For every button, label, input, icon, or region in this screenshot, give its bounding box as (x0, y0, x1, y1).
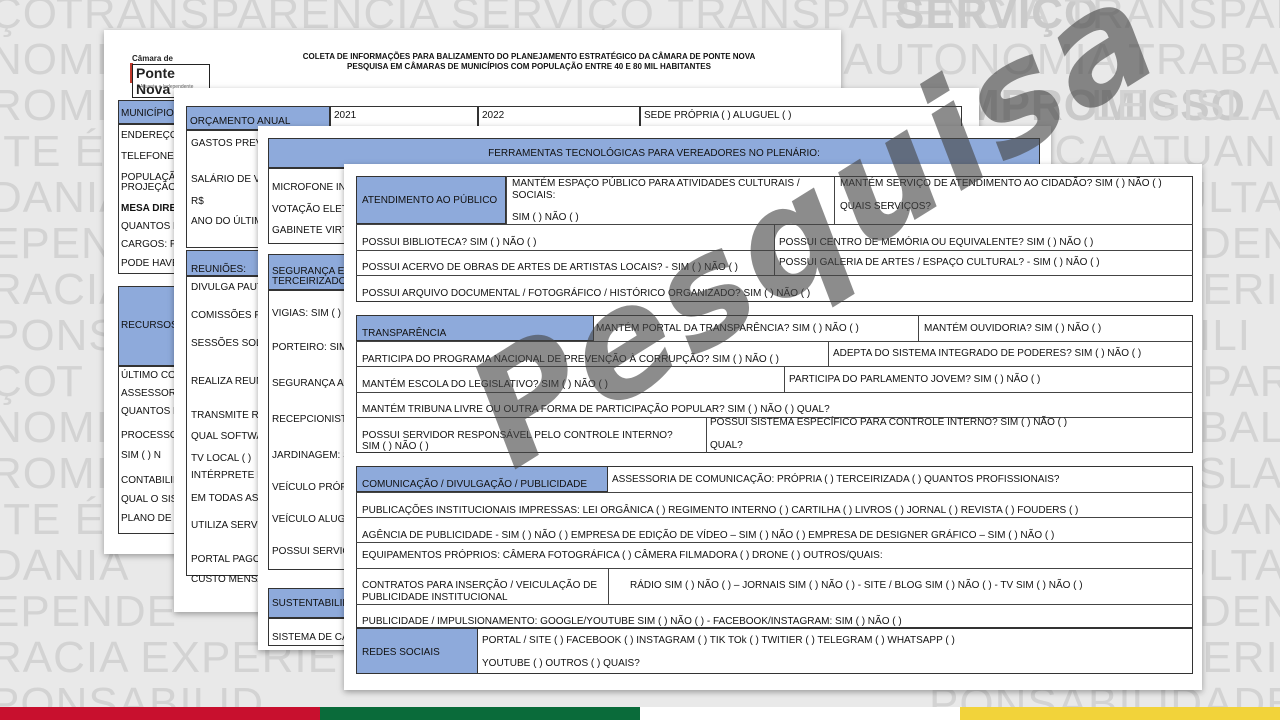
q-galeria: POSSUI GALERIA DE ARTES / ESPAÇO CULTURA… (779, 257, 1100, 268)
sheet2-field-label: TV LOCAL ( ) (191, 453, 252, 464)
sheet2-field-label: REALIZA REUN (191, 376, 264, 387)
q-programa-corrupcao: PARTICIPA DO PROGRAMA NACIONAL DE PREVEN… (362, 354, 779, 365)
q-servico: MANTÉM SERVIÇO DE ATENDIMENTO AO CIDADÃO… (840, 178, 1162, 189)
sheet1-field-label: ENDEREÇO: (121, 130, 181, 141)
q-biblioteca: POSSUI BIBLIOTECA? SIM ( ) NÃO ( ) (362, 237, 537, 248)
sheet3-field-label: SISTEMA DE CA (272, 632, 349, 643)
sheet3-field-label: SEGURANÇA AR (272, 378, 351, 389)
sede-question: SEDE PRÓPRIA ( ) ALUGUEL ( ) (644, 110, 792, 121)
sheet2-field-label: CUSTO MENSA (191, 574, 265, 585)
q-equipamentos: EQUIPAMENTOS PRÓPRIOS: CÂMERA FOTOGRÁFIC… (362, 550, 883, 561)
form-header-line-2: PESQUISA EM CÂMARAS DE MUNICÍPIOS COM PO… (347, 62, 711, 71)
sheet2-field-label: ANO DO ÚLTIM (191, 216, 263, 227)
redes-line1: PORTAL / SITE ( ) FACEBOOK ( ) INSTAGRAM… (482, 635, 955, 646)
flag-stripe-green (320, 707, 640, 720)
sheet3-field-label: MICROFONE IND (272, 182, 354, 193)
year-2022: 2022 (482, 110, 505, 121)
sheet3-field-label: GABINETE VIRTU (272, 225, 356, 236)
comunicacao-label: COMUNICAÇÃO / DIVULGAÇÃO / PUBLICIDADE (362, 479, 588, 490)
flag-stripe-white (640, 707, 960, 720)
q-sistema-especifico: POSSUI SISTEMA ESPECÍFICO PARA CONTROLE … (710, 417, 1068, 428)
sheet2-field-label: TRANSMITE R (191, 410, 259, 421)
sheet3-field-label: PORTEIRO: SIM (272, 342, 348, 353)
sheet2-field-label: INTÉRPRETE D (191, 470, 265, 481)
sheet2-field-label: GASTOS PREV (191, 138, 263, 149)
q-acervo: POSSUI ACERVO DE OBRAS DE ARTES DE ARTIS… (362, 262, 739, 273)
sheet2-field-label: COMISSÕES P (191, 310, 262, 321)
q-arquivo: POSSUI ARQUIVO DOCUMENTAL / FOTOGRÁFICO … (362, 288, 811, 299)
form-header-line-1: COLETA DE INFORMAÇÕES PARA BALIZAMENTO D… (302, 52, 756, 61)
sheet3-field-label: VEÍCULO ALUGA (272, 514, 353, 525)
sheet3-field-label: TERCEIRIZADOS (272, 276, 354, 287)
sheet2-field-label: SALÁRIO DE V (191, 174, 261, 185)
flag-stripe-red (0, 707, 320, 720)
camara-logo: Câmara de Ponte Nova Atuante e Independe… (128, 54, 210, 98)
sheet2-field-label: PORTAL PAGO (191, 554, 261, 565)
q-quais-servicos: QUAIS SERVIÇOS? (840, 201, 931, 212)
form-sheet-4: ATENDIMENTO AO PÚBLICO MANTÉM ESPAÇO PÚB… (344, 164, 1202, 690)
redes-label: REDES SOCIAIS (362, 647, 440, 658)
q-portal-transparencia: MANTÉM PORTAL DA TRANSPARÊNCIA? SIM ( ) … (596, 323, 859, 334)
q-midias: RÁDIO SIM ( ) NÃO ( ) – JORNAIS SIM ( ) … (630, 580, 1083, 591)
sheet2-field-label: EM TODAS AS (191, 493, 259, 504)
q-sistema-qual: QUAL? (710, 440, 743, 451)
q-servidor-line2: SIM ( ) NÃO ( ) (362, 441, 429, 452)
sheet2-field-label: DIVULGA PAUT (191, 282, 264, 293)
q-espaco-answer: SIM ( ) NÃO ( ) (512, 212, 579, 223)
logo-line-1: Câmara de (132, 54, 173, 63)
q-escola-legislativo: MANTÉM ESCOLA DO LEGISLATIVO? SIM ( ) NÃ… (362, 379, 608, 390)
sheet3-field-label: VEÍCULO PRÓPR (272, 482, 355, 493)
q-assessoria: ASSESSORIA DE COMUNICAÇÃO: PRÓPRIA ( ) T… (612, 474, 1060, 485)
q-memoria: POSSUI CENTRO DE MEMÓRIA OU EQUIVALENTE?… (779, 237, 1094, 248)
q-espaco-line2: SOCIAIS: (512, 190, 556, 201)
q-espaco-line1: MANTÉM ESPAÇO PÚBLICO PARA ATIVIDADES CU… (512, 178, 800, 189)
q-ouvidoria: MANTÉM OUVIDORIA? SIM ( ) NÃO ( ) (924, 323, 1102, 334)
sheet2-field-label: REUNIÕES: (191, 264, 247, 275)
sheet1-field-label: CONTABILID (121, 475, 181, 486)
atendimento-label: ATENDIMENTO AO PÚBLICO (362, 195, 498, 206)
sheet1-field-label: TELEFONE: (121, 151, 177, 162)
year-2021: 2021 (334, 110, 357, 121)
sheet3-field-label: SUSTENTABILID (272, 598, 350, 609)
q-tribuna-livre: MANTÉM TRIBUNA LIVRE OU OUTRA FORMA DE P… (362, 404, 830, 415)
q-sistema-integrado: ADEPTA DO SISTEMA INTEGRADO DE PODERES? … (833, 348, 1142, 359)
form-header: COLETA DE INFORMAÇÕES PARA BALIZAMENTO D… (279, 52, 779, 72)
sheet2-field-label: UTILIZA SERVI (191, 520, 261, 531)
flag-stripe-yellow (960, 707, 1280, 720)
sheet3-field-label: RECEPCIONISTA (272, 414, 353, 425)
q-agencia: AGÊNCIA DE PUBLICIDADE - SIM ( ) NÃO ( )… (362, 530, 1055, 541)
q-contratos-line1: CONTRATOS PARA INSERÇÃO / VEICULAÇÃO DE (362, 580, 598, 591)
transparencia-label: TRANSPARÊNCIA (362, 328, 447, 339)
q-impulsionamento: PUBLICIDADE / IMPULSIONAMENTO: GOOGLE/YO… (362, 616, 902, 627)
sheet3-field-label: JARDINAGEM: SI (272, 450, 353, 461)
q-contratos-line2: PUBLICIDADE INSTITUCIONAL (362, 592, 508, 603)
sheet1-field-label: MUNICÍPIO: (121, 108, 177, 119)
sheet3-field-label: VOTAÇÃO ELETI (272, 204, 351, 215)
sheet3-field-label: VIGIAS: SIM ( ) (272, 308, 341, 319)
redes-line2: YOUTUBE ( ) OUTROS ( ) QUAIS? (482, 658, 640, 669)
sheet2-field-label: QUAL SOFTWA (191, 431, 264, 442)
sheet3-title: FERRAMENTAS TECNOLÓGICAS PARA VEREADORES… (488, 148, 820, 159)
q-publicacoes: PUBLICAÇÕES INSTITUCIONAIS IMPRESSAS: LE… (362, 505, 1079, 516)
sheet2-field-label: R$ (191, 196, 204, 207)
q-parlamento-jovem: PARTICIPA DO PARLAMENTO JOVEM? SIM ( ) N… (789, 374, 1041, 385)
sheet1-field-label: SIM ( ) N (121, 450, 161, 461)
sheet2-field-label: SESSÕES SOL (191, 338, 262, 349)
sheet3-field-label: POSSUI SERVIÇ (272, 546, 350, 557)
